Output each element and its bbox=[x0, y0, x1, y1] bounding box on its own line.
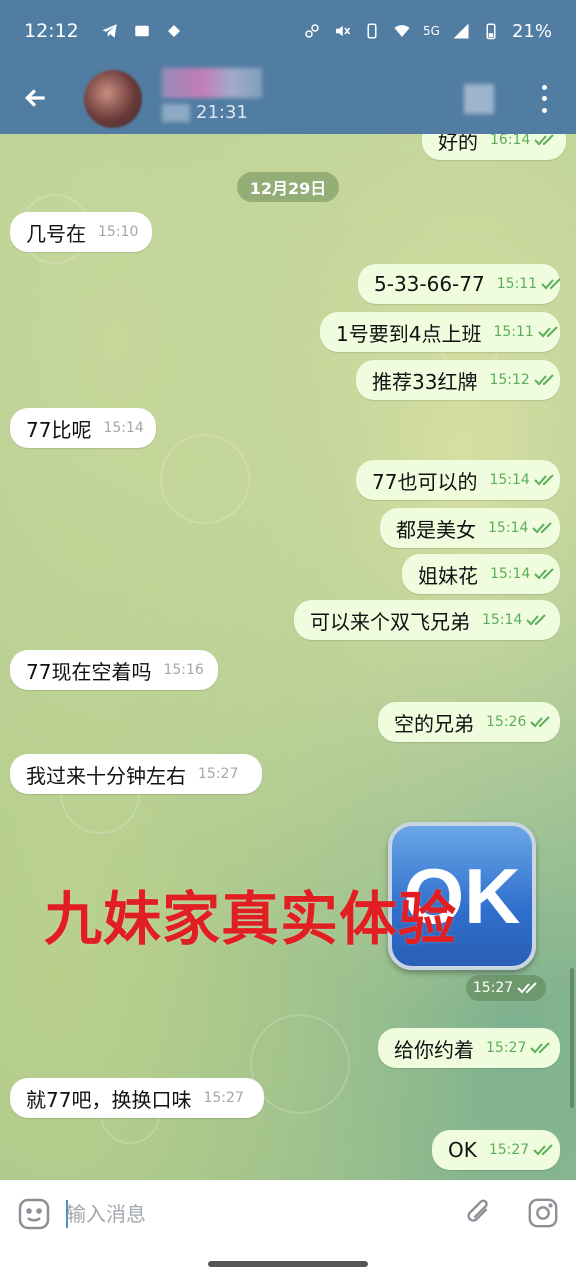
chat-header: 21:31 bbox=[0, 62, 576, 134]
paperclip-icon bbox=[467, 1199, 488, 1222]
message-time: 15:11 bbox=[493, 324, 534, 340]
message-bubble-outgoing[interactable]: 可以来个双飞兄弟 15:14 bbox=[294, 600, 560, 640]
message-time: 15:14 bbox=[490, 566, 531, 582]
message-bubble-outgoing[interactable]: 好的 16:14 bbox=[422, 134, 566, 160]
emoji-button[interactable] bbox=[16, 1196, 52, 1232]
message-text: 77比呢 bbox=[26, 417, 92, 442]
message-time: 15:27 bbox=[198, 766, 239, 782]
double-check-icon bbox=[534, 134, 556, 146]
call-icon-redacted[interactable] bbox=[464, 84, 494, 114]
message-bubble-outgoing[interactable]: 77也可以的 15:14 bbox=[356, 460, 560, 500]
message-text: 推荐33红牌 bbox=[372, 369, 478, 394]
last-seen: 21:31 bbox=[162, 102, 248, 123]
message-time: 15:27 bbox=[203, 1090, 244, 1106]
app-icon bbox=[165, 22, 183, 40]
home-gesture-handle[interactable] bbox=[208, 1261, 368, 1267]
double-check-icon bbox=[526, 614, 548, 626]
camera-button[interactable] bbox=[526, 1196, 562, 1232]
vibrate-icon bbox=[363, 22, 381, 40]
message-bubble-outgoing[interactable]: 1号要到4点上班 15:11 bbox=[320, 312, 560, 352]
double-check-icon bbox=[530, 716, 552, 728]
more-menu-button[interactable] bbox=[530, 82, 558, 116]
wifi-icon bbox=[393, 22, 411, 40]
battery-percent: 21% bbox=[511, 20, 552, 42]
message-bubble-outgoing[interactable]: 空的兄弟 15:26 bbox=[378, 702, 560, 742]
double-check-icon bbox=[534, 374, 556, 386]
double-check-icon bbox=[533, 1144, 555, 1156]
date-separator: 12月29日 bbox=[237, 172, 339, 202]
watermark-overlay-text: 九妹家真实体验 bbox=[44, 885, 458, 953]
message-bubble-incoming[interactable]: 我过来十分钟左右 15:27 bbox=[10, 754, 262, 794]
message-time: 15:10 bbox=[98, 224, 139, 240]
message-time: 15:14 bbox=[103, 420, 144, 436]
network-type: 5G bbox=[423, 24, 440, 38]
message-text: 77现在空着吗 bbox=[26, 659, 152, 684]
message-time: 15:16 bbox=[163, 662, 204, 678]
message-time: 15:14 bbox=[488, 520, 529, 536]
message-text: 给你约着 bbox=[394, 1037, 474, 1062]
message-text: 姐妹花 bbox=[418, 563, 478, 588]
message-time: 15:27 bbox=[488, 1142, 530, 1158]
message-input[interactable] bbox=[66, 1194, 436, 1234]
battery-icon bbox=[482, 22, 500, 40]
sticker-icon bbox=[18, 1198, 50, 1230]
message-bubble-outgoing[interactable]: 姐妹花 15:14 bbox=[402, 554, 560, 594]
message-bubble-incoming[interactable]: 77现在空着吗 15:16 bbox=[10, 650, 218, 690]
message-text: 我过来十分钟左右 bbox=[26, 763, 186, 788]
message-input-bar bbox=[0, 1180, 576, 1248]
message-text: 空的兄弟 bbox=[394, 711, 474, 736]
double-check-icon bbox=[534, 474, 556, 486]
message-text: 5-33-66-77 bbox=[374, 272, 485, 296]
signal-icon bbox=[452, 22, 470, 40]
message-bubble-incoming[interactable]: 77比呢 15:14 bbox=[10, 408, 156, 448]
chat-area[interactable]: 好的 16:14 12月29日 几号在 15:10 5-33-66-77 15:11 1… bbox=[0, 134, 576, 1180]
message-time: 15:14 bbox=[489, 472, 530, 488]
arrow-left-icon bbox=[25, 89, 45, 107]
scrollbar[interactable] bbox=[570, 968, 574, 1108]
double-check-icon bbox=[532, 522, 554, 534]
message-time: 15:26 bbox=[486, 714, 527, 730]
sticker-timestamp: 15:27 bbox=[466, 975, 546, 1001]
message-time: 15:12 bbox=[489, 372, 530, 388]
message-text: 都是美女 bbox=[396, 517, 476, 542]
status-bar: 12:12 5G 21% bbox=[0, 0, 576, 62]
message-text: 就77吧，换换口味 bbox=[26, 1087, 192, 1112]
message-bubble-outgoing[interactable]: 推荐33红牌 15:12 bbox=[356, 360, 560, 400]
message-bubble-outgoing[interactable]: 给你约着 15:27 bbox=[378, 1028, 560, 1068]
wallpaper-doodle bbox=[160, 434, 250, 524]
avatar[interactable] bbox=[84, 70, 142, 128]
attach-button[interactable] bbox=[462, 1196, 498, 1232]
message-text: 77也可以的 bbox=[372, 469, 478, 494]
double-check-icon bbox=[517, 982, 539, 994]
camera-icon bbox=[528, 1198, 558, 1228]
system-nav-bar bbox=[0, 1248, 576, 1280]
double-check-icon bbox=[534, 568, 556, 580]
double-check-icon bbox=[538, 326, 560, 338]
message-text: 可以来个双飞兄弟 bbox=[310, 609, 470, 634]
telegram-icon bbox=[101, 22, 119, 40]
wallpaper-doodle bbox=[250, 1014, 350, 1114]
link-icon bbox=[303, 22, 321, 40]
message-text: 几号在 bbox=[26, 221, 86, 246]
message-bubble-outgoing[interactable]: 5-33-66-77 15:11 bbox=[358, 264, 563, 304]
message-text: OK bbox=[448, 1138, 477, 1162]
message-time: 15:27 bbox=[486, 1040, 527, 1056]
message-bubble-outgoing[interactable]: OK 15:27 bbox=[432, 1130, 560, 1170]
message-time: 15:11 bbox=[496, 276, 538, 292]
message-bubble-incoming[interactable]: 就77吧，换换口味 15:27 bbox=[10, 1078, 264, 1118]
message-bubble-outgoing[interactable]: 都是美女 15:14 bbox=[380, 508, 560, 548]
double-check-icon bbox=[530, 1042, 552, 1054]
message-time: 15:14 bbox=[482, 612, 523, 628]
back-button[interactable] bbox=[18, 80, 54, 116]
last-seen-time: 21:31 bbox=[196, 102, 248, 123]
mute-icon bbox=[333, 22, 351, 40]
chat-name-redacted[interactable] bbox=[162, 68, 262, 98]
status-time: 12:12 bbox=[24, 20, 79, 42]
message-bubble-incoming[interactable]: 几号在 15:10 bbox=[10, 212, 152, 252]
mail-icon bbox=[133, 22, 151, 40]
double-check-icon bbox=[541, 278, 563, 290]
message-text: 1号要到4点上班 bbox=[336, 321, 482, 346]
